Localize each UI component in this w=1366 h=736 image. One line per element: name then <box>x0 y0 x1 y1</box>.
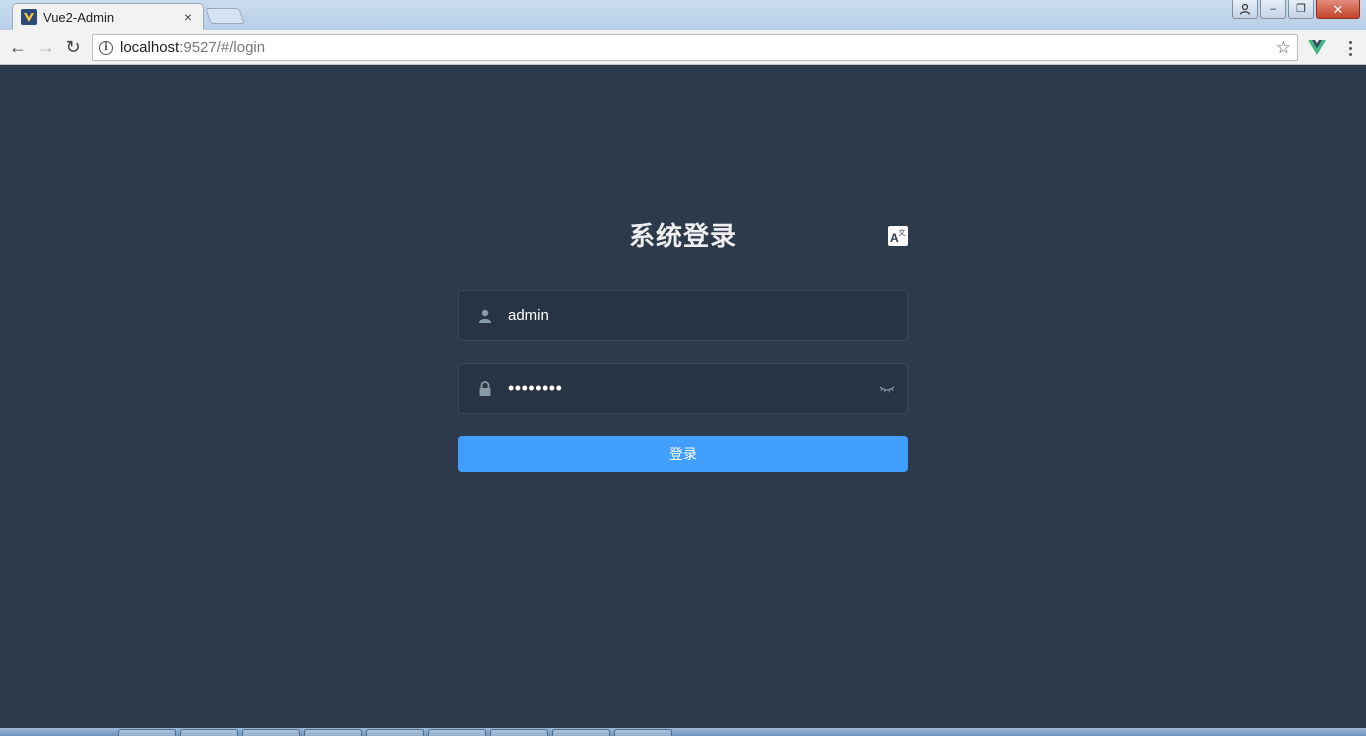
user-icon <box>1239 3 1251 15</box>
window-controls: – ❐ ✕ <box>1232 0 1360 19</box>
vue-devtools-extension-icon[interactable] <box>1308 38 1326 56</box>
user-profile-button[interactable] <box>1232 0 1258 19</box>
reload-button[interactable]: ↻ <box>63 37 83 57</box>
lock-icon <box>475 379 495 399</box>
close-icon: ✕ <box>1332 1 1344 17</box>
taskbar-item[interactable] <box>304 729 362 736</box>
taskbar-item[interactable] <box>118 729 176 736</box>
login-title: 系统登录 <box>628 222 737 252</box>
language-switch-button[interactable]: A 文 <box>888 226 908 246</box>
restore-icon: ❐ <box>1296 2 1306 15</box>
svg-text:文: 文 <box>899 228 906 237</box>
password-field <box>458 363 908 414</box>
user-icon <box>475 306 495 326</box>
show-password-eye-icon[interactable] <box>877 379 897 399</box>
taskbar-item[interactable] <box>242 729 300 736</box>
minimize-icon: – <box>1269 2 1277 15</box>
taskbar-item[interactable] <box>552 729 610 736</box>
password-input[interactable] <box>495 365 877 412</box>
browser-toolbar: ← → ↻ i localhost:9527/#/login ☆ <box>0 30 1366 65</box>
restore-button[interactable]: ❐ <box>1288 0 1314 19</box>
bookmark-star-icon[interactable]: ☆ <box>1276 38 1291 58</box>
tab-close-icon[interactable]: × <box>181 9 195 25</box>
address-bar[interactable]: i localhost:9527/#/login ☆ <box>92 34 1298 61</box>
url-host: localhost <box>120 39 180 56</box>
forward-button[interactable]: → <box>36 37 56 57</box>
reload-icon: ↻ <box>65 36 81 57</box>
taskbar-item[interactable] <box>428 729 486 736</box>
os-taskbar <box>0 728 1366 736</box>
taskbar-item[interactable] <box>490 729 548 736</box>
close-window-button[interactable]: ✕ <box>1316 0 1360 19</box>
browser-titlebar: Vue2-Admin × – ❐ ✕ <box>0 0 1366 30</box>
forward-arrow-icon: → <box>37 36 55 57</box>
back-button[interactable]: ← <box>8 37 28 57</box>
site-info-icon[interactable]: i <box>99 40 113 55</box>
tab-title: Vue2-Admin <box>43 9 115 25</box>
browser-tab-active[interactable]: Vue2-Admin × <box>12 3 204 30</box>
taskbar-item[interactable] <box>366 729 424 736</box>
back-arrow-icon: ← <box>9 36 27 57</box>
username-input[interactable] <box>495 292 907 339</box>
vue-admin-favicon-icon <box>21 9 37 25</box>
translate-icon: A 文 <box>890 228 906 245</box>
login-button[interactable]: 登录 <box>458 436 908 472</box>
taskbar-item[interactable] <box>180 729 238 736</box>
url-text[interactable]: localhost:9527/#/login <box>120 39 265 56</box>
new-tab-button[interactable] <box>205 8 245 24</box>
minimize-button[interactable]: – <box>1260 0 1286 19</box>
browser-menu-icon[interactable] <box>1340 38 1360 58</box>
username-field <box>458 290 908 341</box>
url-path: :9527/#/login <box>179 39 266 56</box>
taskbar-item[interactable] <box>614 729 672 736</box>
